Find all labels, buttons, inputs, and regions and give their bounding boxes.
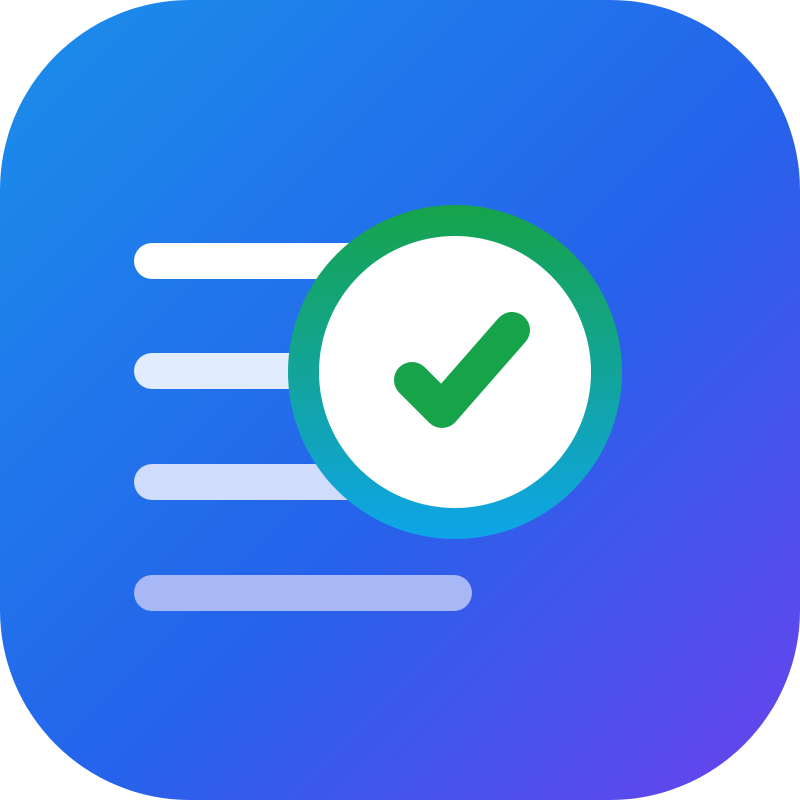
list-line-4 <box>134 575 472 611</box>
check-badge <box>288 205 622 539</box>
app-icon-container <box>0 0 800 800</box>
checklist-app-icon <box>0 0 800 800</box>
